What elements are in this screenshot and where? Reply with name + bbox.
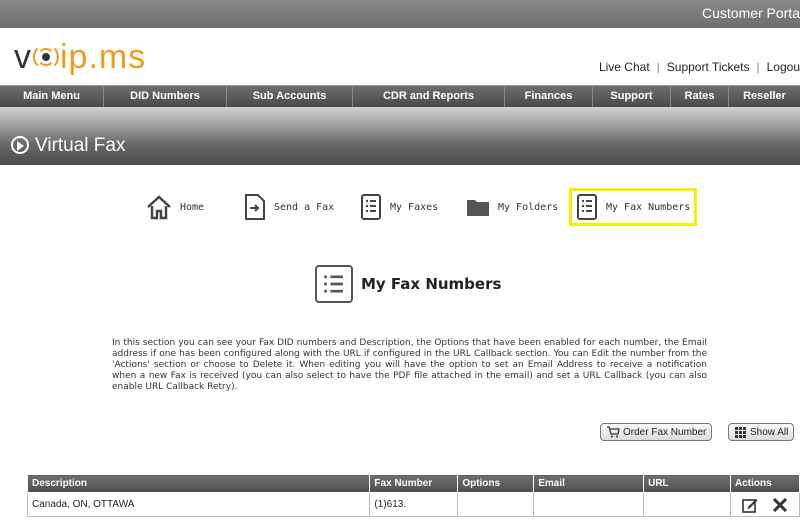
column-header-options[interactable]: Options [457, 474, 535, 493]
top-links: Live Chat | Support Tickets | Logou [598, 60, 800, 74]
list-document-icon [361, 194, 381, 220]
nav-support[interactable]: Support [593, 86, 671, 107]
order-fax-number-label: Order Fax Number [623, 426, 707, 438]
subnav-my-faxes[interactable]: My Faxes [360, 192, 438, 222]
show-all-button[interactable]: Show All [728, 423, 795, 441]
subnav-send-fax[interactable]: Send a Fax [244, 192, 334, 222]
subnav-home-label: Home [180, 201, 205, 213]
home-icon [147, 195, 171, 220]
nav-rates[interactable]: Rates [671, 86, 729, 107]
list-icon [315, 265, 353, 303]
grid-icon [735, 427, 746, 438]
subnav-my-folders-label: My Folders [498, 201, 559, 213]
column-header-fax-number[interactable]: Fax Number [369, 474, 459, 493]
edit-icon[interactable] [741, 497, 758, 513]
column-header-url[interactable]: URL [643, 474, 731, 493]
section-description: In this section you can see your Fax DID… [112, 338, 707, 392]
table-row: Canada, ON, OTTAWA (1)613. [26, 492, 800, 517]
nav-did-numbers[interactable]: DID Numbers [104, 86, 227, 107]
signal-waves-icon [33, 44, 59, 70]
nav-main-menu[interactable]: Main Menu [0, 86, 104, 107]
subnav-my-fax-numbers-label: My Fax Numbers [606, 201, 691, 213]
cell-actions [729, 492, 800, 517]
top-bar: Customer Porta [0, 0, 800, 28]
page-banner: Virtual Fax [0, 107, 800, 165]
arrow-circle-icon [11, 136, 29, 154]
nav-sub-accounts[interactable]: Sub Accounts [227, 86, 353, 107]
cell-description: Canada, ON, OTTAWA [26, 492, 371, 517]
fax-numbers-table: Description Fax Number Options Email URL… [26, 474, 800, 517]
folder-icon [467, 200, 489, 216]
list-document-icon [577, 194, 597, 220]
subnav-my-faxes-label: My Faxes [390, 201, 439, 213]
order-fax-number-button[interactable]: Order Fax Number [600, 423, 713, 441]
subnav-my-folders[interactable]: My Folders [466, 192, 558, 222]
show-all-label: Show All [750, 426, 789, 438]
customer-portal-label: Customer Porta [701, 5, 800, 21]
nav-finances[interactable]: Finances [505, 86, 593, 107]
page-title: Virtual Fax [35, 135, 126, 156]
nav-cdr-and-reports[interactable]: CDR and Reports [353, 86, 505, 107]
live-chat-link[interactable]: Live Chat [599, 60, 650, 74]
logo-text-right: ip.ms [60, 37, 147, 76]
support-tickets-link[interactable]: Support Tickets [667, 60, 750, 74]
subnav-send-fax-label: Send a Fax [274, 201, 335, 213]
cell-email [533, 492, 645, 517]
column-header-actions: Actions [729, 474, 800, 493]
send-document-icon [245, 194, 265, 220]
delete-icon[interactable] [772, 497, 788, 513]
subnav-home[interactable]: Home [146, 192, 204, 222]
column-header-description[interactable]: Description [26, 474, 371, 493]
nav-reseller[interactable]: Reseller [729, 86, 800, 107]
logout-link[interactable]: Logou [767, 60, 800, 74]
cell-fax-number: (1)613. [369, 492, 459, 517]
table-header-row: Description Fax Number Options Email URL… [26, 474, 800, 493]
cart-icon [607, 426, 620, 438]
cell-options [457, 492, 535, 517]
subnav-my-fax-numbers[interactable]: My Fax Numbers [569, 188, 698, 226]
main-nav: Main Menu DID Numbers Sub Accounts CDR a… [0, 85, 800, 107]
voipms-logo[interactable]: v ip.ms [14, 38, 146, 76]
logo-text-left: v [14, 37, 32, 76]
cell-url [643, 492, 731, 517]
column-header-email[interactable]: Email [533, 474, 645, 493]
section-title: My Fax Numbers [361, 275, 502, 293]
